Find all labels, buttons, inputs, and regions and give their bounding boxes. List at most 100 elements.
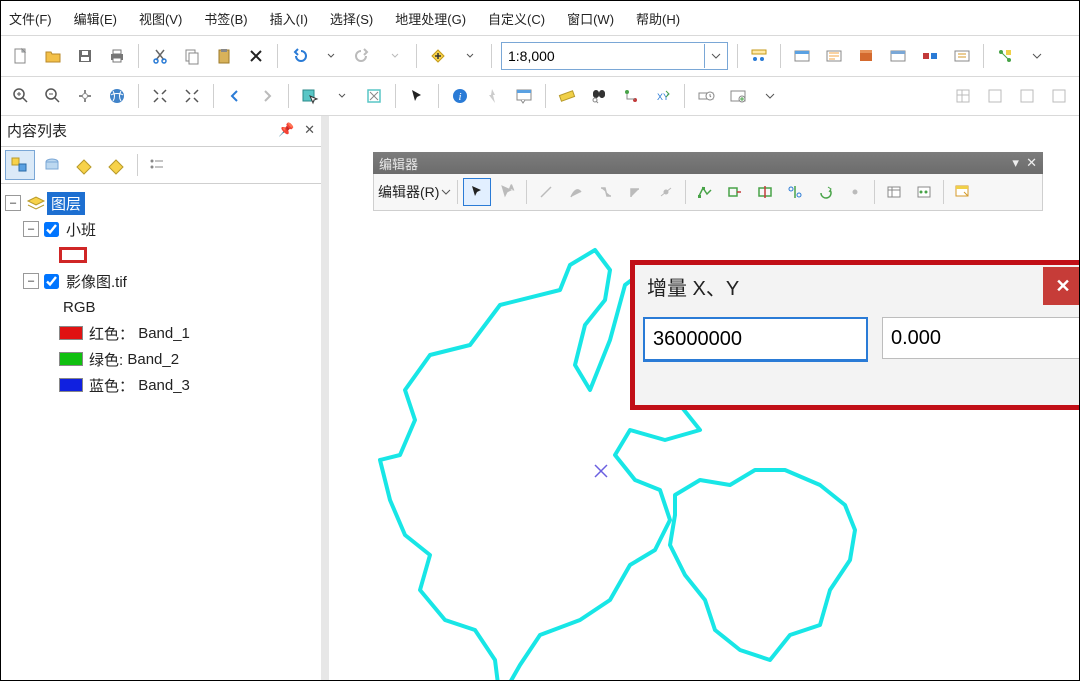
search-window-button[interactable] <box>819 41 849 71</box>
toc-band3: Band_3 <box>138 377 190 394</box>
goto-xy-button[interactable]: XY <box>648 81 678 111</box>
svg-text:i: i <box>458 91 461 103</box>
snap-end-button[interactable] <box>1044 81 1074 111</box>
increment-close-button[interactable]: ✕ <box>1043 267 1080 305</box>
results-window-button[interactable] <box>947 41 977 71</box>
zoom-in-button[interactable] <box>6 81 36 111</box>
scale-input[interactable] <box>502 44 704 68</box>
menu-customize[interactable]: 自定义(C) <box>488 9 545 28</box>
modelbuilder-button[interactable] <box>915 41 945 71</box>
menu-select[interactable]: 选择(S) <box>330 9 373 28</box>
snap-grid-button[interactable] <box>948 81 978 111</box>
toc-tab-selection[interactable] <box>101 150 131 180</box>
snap-edge-button[interactable] <box>1012 81 1042 111</box>
toc-expand-root[interactable]: – <box>5 195 21 211</box>
toc-close-icon[interactable]: ✕ <box>304 122 315 137</box>
editor-toolbar-button[interactable] <box>744 41 774 71</box>
time-slider-button[interactable] <box>691 81 721 111</box>
open-button[interactable] <box>38 41 68 71</box>
find-route-button[interactable] <box>616 81 646 111</box>
toc-tab-options[interactable] <box>142 150 172 180</box>
add-data-button[interactable] <box>423 41 453 71</box>
tools-overflow[interactable] <box>755 81 785 111</box>
cut-button[interactable] <box>145 41 175 71</box>
measure-button[interactable] <box>552 81 582 111</box>
create-viewer-button[interactable] <box>723 81 753 111</box>
toc-swatch-blue <box>59 378 83 392</box>
scale-box <box>501 42 728 70</box>
model-connector-button[interactable] <box>990 41 1020 71</box>
menu-insert[interactable]: 插入(I) <box>270 9 308 28</box>
pan-button[interactable] <box>70 81 100 111</box>
toc-label-red: 红色： <box>89 323 134 344</box>
standard-toolbar <box>1 36 1079 77</box>
prev-extent-button[interactable] <box>220 81 250 111</box>
menu-file[interactable]: 文件(F) <box>9 9 52 28</box>
toc-tab-visibility[interactable] <box>69 150 99 180</box>
toc-tab-drawing-order[interactable] <box>5 150 35 180</box>
fixed-zoom-out-button[interactable] <box>177 81 207 111</box>
toc-expand-xiaoban[interactable]: – <box>23 221 39 237</box>
toc-node-xiaoban[interactable]: 小班 <box>62 218 100 241</box>
fixed-zoom-in-button[interactable] <box>145 81 175 111</box>
new-button[interactable] <box>6 41 36 71</box>
python-window-button[interactable] <box>883 41 913 71</box>
toc-label-green: 绿色: <box>89 349 123 370</box>
toc-tree: – 图层 – 小班 – 影像图.tif RGB <box>1 184 321 681</box>
table-of-contents: 内容列表 📌 ✕ – 图层 <box>1 116 325 681</box>
find-button[interactable] <box>584 81 614 111</box>
hyperlink-button[interactable] <box>477 81 507 111</box>
svg-text:XY: XY <box>657 92 669 102</box>
toc-swatch-red <box>59 326 83 340</box>
menu-bar: 文件(F) 编辑(E) 视图(V) 书签(B) 插入(I) 选择(S) 地理处理… <box>1 1 1079 36</box>
identify-button[interactable]: i <box>445 81 475 111</box>
redo-dropdown[interactable] <box>380 41 410 71</box>
toc-symbol-xiaoban[interactable] <box>59 247 87 263</box>
increment-y-input[interactable] <box>882 317 1080 359</box>
toc-tab-source[interactable] <box>37 150 67 180</box>
toc-band1: Band_1 <box>138 325 190 342</box>
save-button[interactable] <box>70 41 100 71</box>
html-popup-button[interactable] <box>509 81 539 111</box>
paste-button[interactable] <box>209 41 239 71</box>
toc-check-xiaoban[interactable] <box>44 222 59 237</box>
toc-band2: Band_2 <box>127 351 179 368</box>
select-features-dropdown[interactable] <box>327 81 357 111</box>
redo-button[interactable] <box>348 41 378 71</box>
undo-dropdown[interactable] <box>316 41 346 71</box>
delete-button[interactable] <box>241 41 271 71</box>
menu-bookmarks[interactable]: 书签(B) <box>204 9 247 28</box>
menu-geoprocessing[interactable]: 地理处理(G) <box>395 9 466 28</box>
add-data-dropdown[interactable] <box>455 41 485 71</box>
pointer-button[interactable] <box>402 81 432 111</box>
catalog-window-button[interactable] <box>787 41 817 71</box>
toc-pin-icon[interactable]: 📌 <box>278 122 294 137</box>
increment-x-input[interactable] <box>643 317 868 362</box>
print-button[interactable] <box>102 41 132 71</box>
toc-node-root[interactable]: 图层 <box>47 192 85 215</box>
toc-check-raster[interactable] <box>44 274 59 289</box>
arc-toolbox-button[interactable] <box>851 41 881 71</box>
toc-swatch-green <box>59 352 83 366</box>
scale-dropdown[interactable] <box>704 44 727 68</box>
undo-button[interactable] <box>284 41 314 71</box>
zoom-out-button[interactable] <box>38 81 68 111</box>
toolbar-overflow[interactable] <box>1022 41 1052 71</box>
map-view[interactable]: 编辑器 ▾ ✕ 编辑器(R) A <box>325 116 1079 681</box>
increment-title: 增量 X、Y <box>647 272 739 301</box>
select-features-button[interactable] <box>295 81 325 111</box>
next-extent-button[interactable] <box>252 81 282 111</box>
menu-help[interactable]: 帮助(H) <box>636 9 680 28</box>
copy-button[interactable] <box>177 41 207 71</box>
layers-icon <box>25 193 47 213</box>
toc-expand-raster[interactable]: – <box>23 273 39 289</box>
menu-window[interactable]: 窗口(W) <box>567 9 614 28</box>
menu-edit[interactable]: 编辑(E) <box>74 9 117 28</box>
toc-node-raster[interactable]: 影像图.tif <box>62 270 131 293</box>
full-extent-button[interactable] <box>102 81 132 111</box>
snap-point-button[interactable] <box>980 81 1010 111</box>
toc-node-rgb: RGB <box>59 298 100 317</box>
clear-selection-button[interactable] <box>359 81 389 111</box>
menu-view[interactable]: 视图(V) <box>139 9 182 28</box>
toc-title: 内容列表 <box>7 120 67 141</box>
